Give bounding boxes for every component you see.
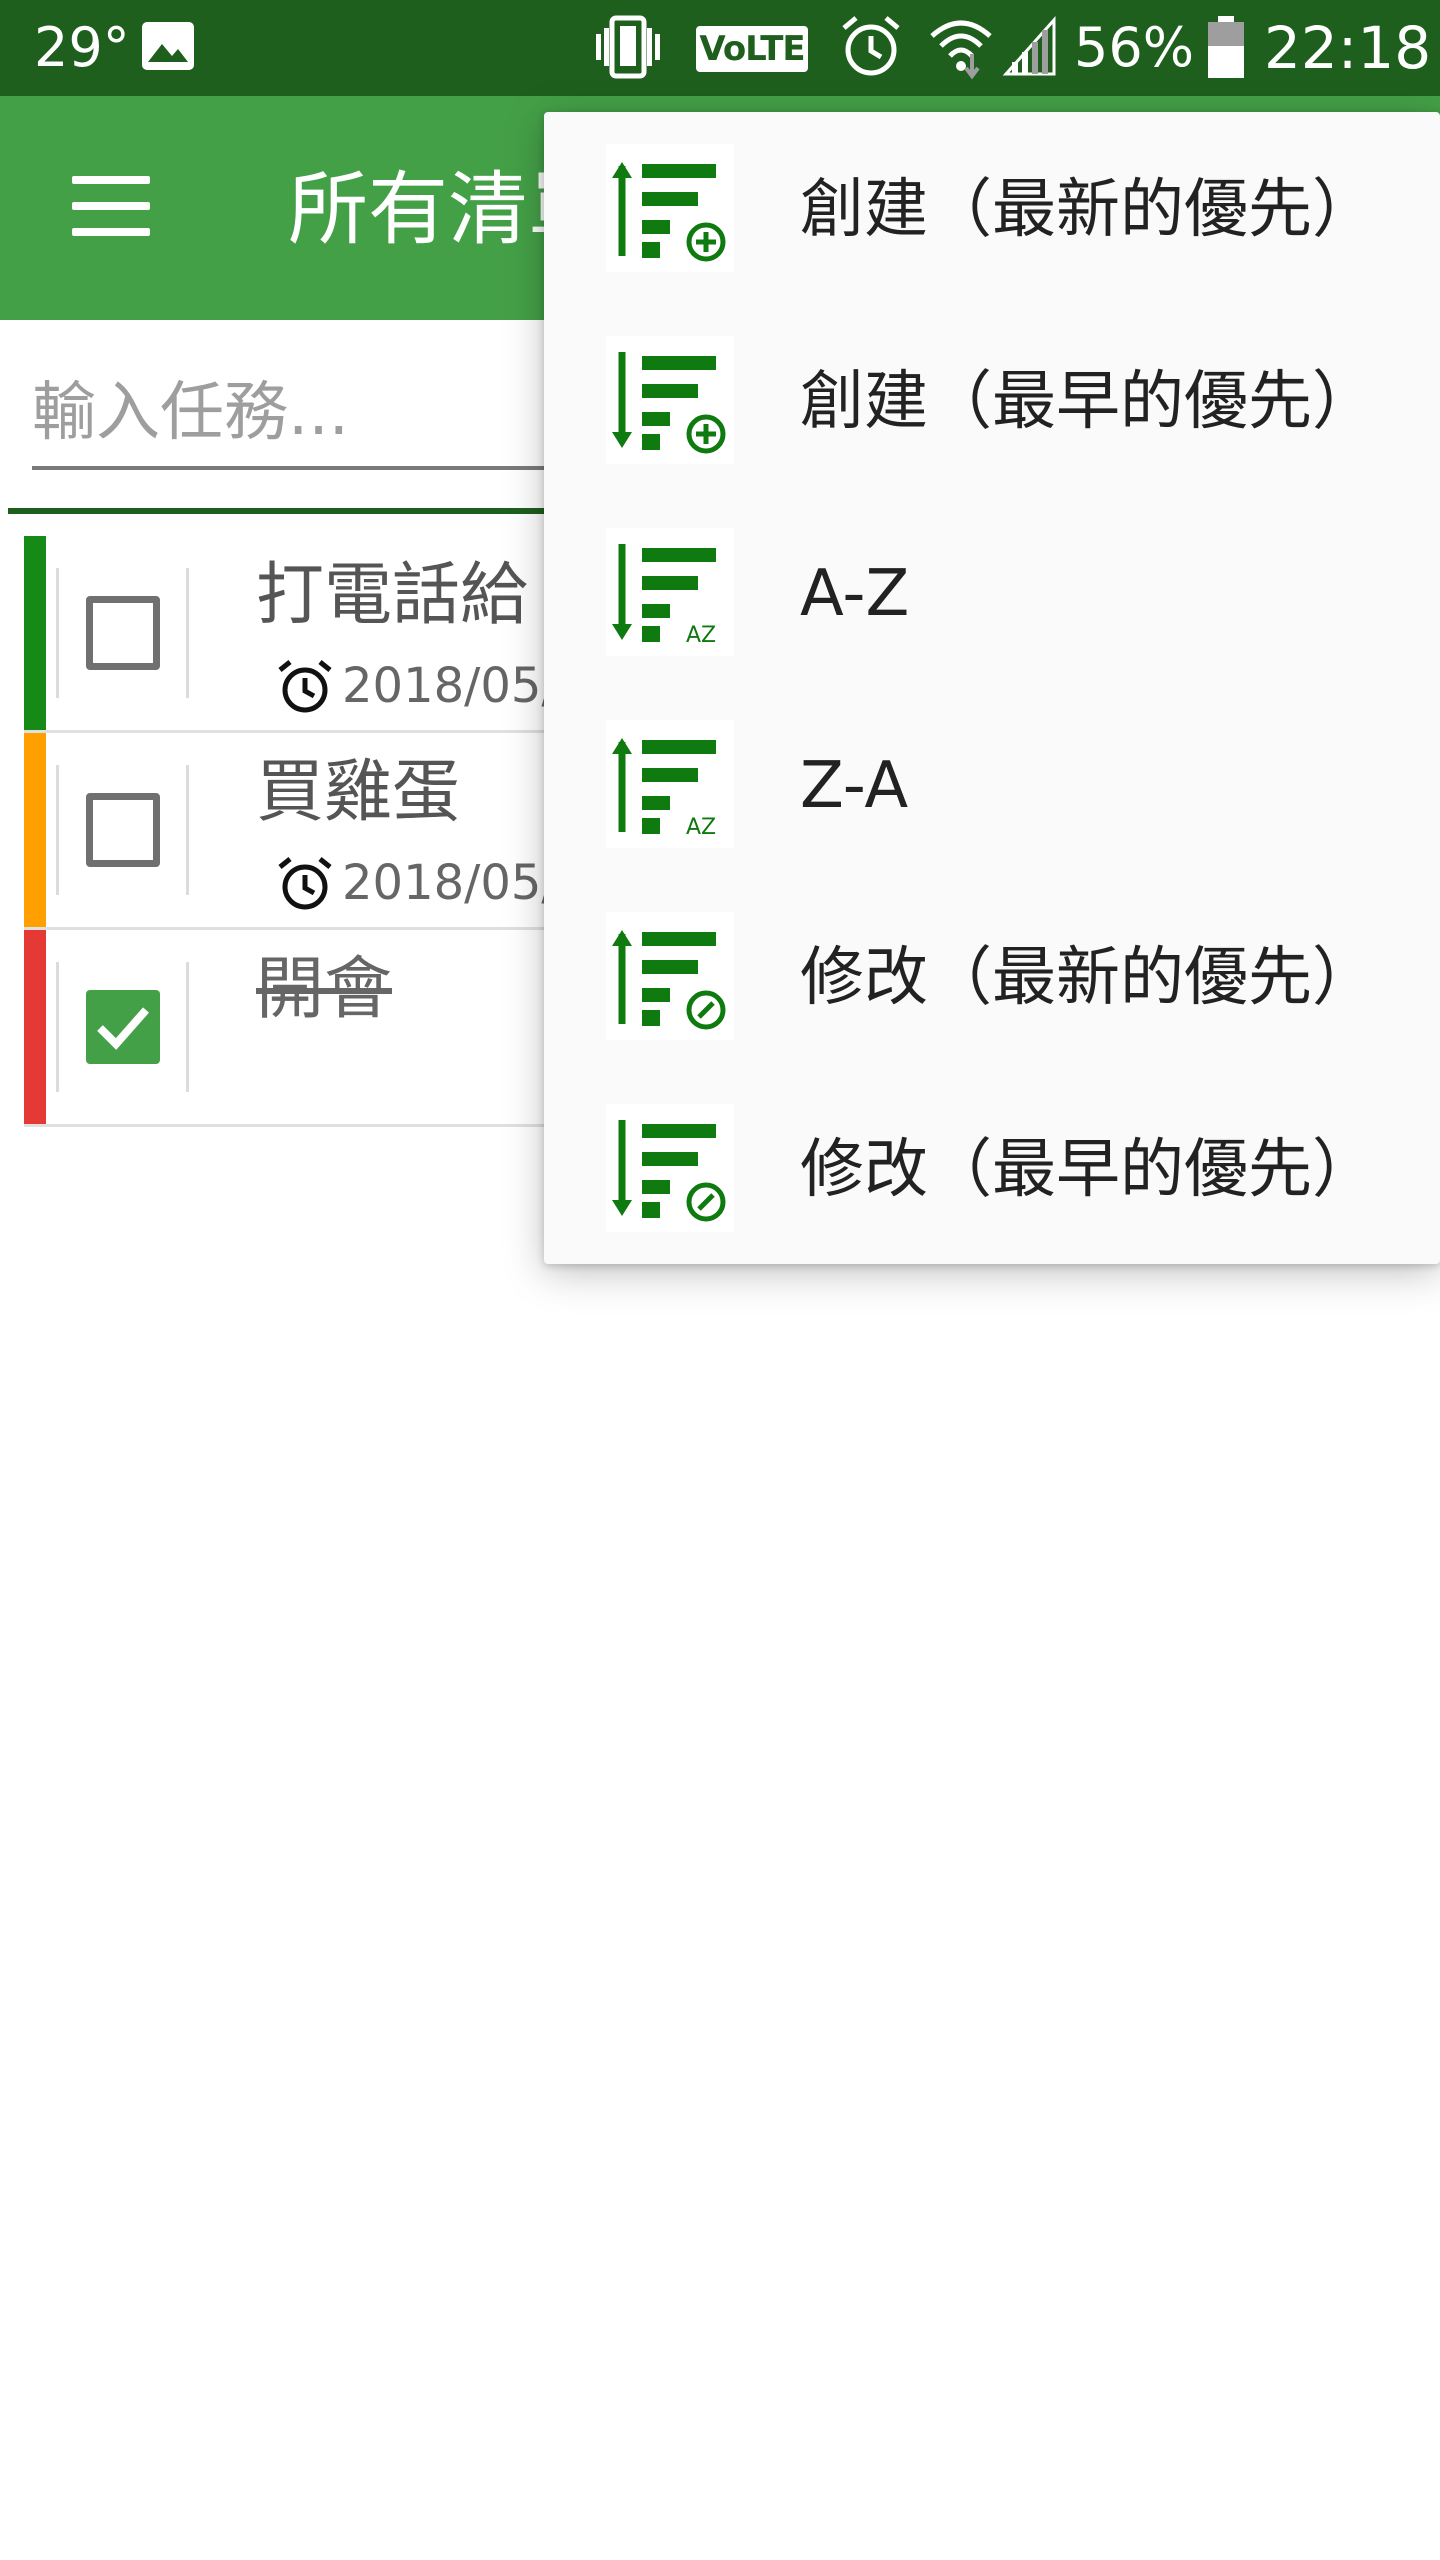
task-due-date: 2018/05/ — [342, 658, 558, 714]
hamburger-menu-icon[interactable] — [72, 176, 152, 236]
task-checkbox[interactable] — [86, 793, 160, 867]
divider — [186, 962, 189, 1092]
menu-item-label: 修改（最新的優先） — [800, 941, 1376, 1015]
sort-modified-oldest-icon — [606, 1104, 734, 1232]
divider — [186, 765, 189, 895]
menu-item-label: A-Z — [800, 557, 910, 631]
battery-icon — [1208, 16, 1244, 78]
divider — [56, 962, 59, 1092]
vibrate-icon — [596, 15, 660, 79]
menu-item-z-a[interactable]: AZ Z-A — [544, 688, 1440, 880]
divider — [56, 568, 59, 698]
menu-item-label: Z-A — [800, 749, 909, 823]
divider — [56, 765, 59, 895]
task-title: 買雞蛋 — [256, 753, 461, 832]
menu-item-created-oldest[interactable]: 創建（最早的優先） — [544, 304, 1440, 496]
menu-item-created-newest[interactable]: 創建（最新的優先） — [544, 112, 1440, 304]
alarm-icon — [278, 660, 332, 713]
menu-item-label: 創建（最早的優先） — [800, 365, 1376, 439]
priority-color-bar — [24, 536, 46, 730]
wifi-icon — [930, 20, 992, 80]
volte-badge: VoLTE — [696, 26, 808, 72]
priority-color-bar — [24, 733, 46, 927]
battery-percent-text: 56% — [1074, 16, 1195, 79]
sort-alpha-asc-icon: AZ — [606, 528, 734, 656]
sort-menu: 創建（最新的優先） 創建（最早的優先） AZ A-Z AZ Z-A 修改（最新的… — [544, 112, 1440, 1264]
menu-item-modified-newest[interactable]: 修改（最新的優先） — [544, 880, 1440, 1072]
menu-item-modified-oldest[interactable]: 修改（最早的優先） — [544, 1072, 1440, 1264]
checkmark-icon — [97, 1007, 149, 1050]
status-bar: 29° VoLTE 56% 22:18 — [0, 0, 1440, 96]
task-title: 打電話給 — [256, 556, 529, 635]
menu-item-label: 修改（最早的優先） — [800, 1133, 1376, 1207]
sort-alpha-desc-icon: AZ — [606, 720, 734, 848]
signal-icon — [1002, 16, 1056, 76]
menu-item-label: 創建（最新的優先） — [800, 173, 1376, 247]
image-icon — [142, 22, 194, 70]
clock-time: 22:18 — [1264, 14, 1432, 82]
task-checkbox[interactable] — [86, 596, 160, 670]
sort-created-oldest-icon — [606, 336, 734, 464]
alarm-icon — [842, 16, 900, 76]
alarm-icon — [278, 857, 332, 910]
divider — [186, 568, 189, 698]
svg-text:AZ: AZ — [686, 623, 716, 648]
priority-color-bar — [24, 930, 46, 1124]
svg-text:AZ: AZ — [686, 815, 716, 840]
task-due-date: 2018/05/ — [342, 855, 558, 911]
sort-created-newest-icon — [606, 144, 734, 272]
task-checkbox-checked[interactable] — [86, 990, 160, 1064]
sort-modified-newest-icon — [606, 912, 734, 1040]
task-title: 開會 — [256, 950, 393, 1029]
menu-item-a-z[interactable]: AZ A-Z — [544, 496, 1440, 688]
temperature-text: 29° — [34, 16, 130, 79]
